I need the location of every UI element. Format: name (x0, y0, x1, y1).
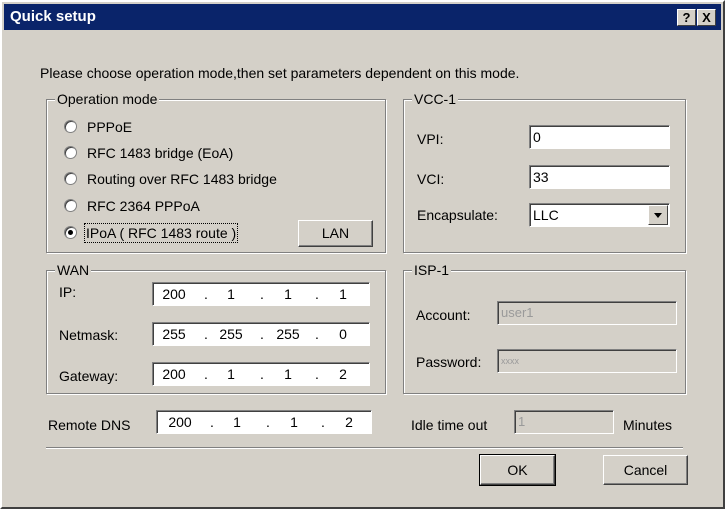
gateway-octet-4: 2 (339, 366, 347, 382)
quick-setup-dialog: Quick setup ? X Please choose operation … (0, 0, 725, 509)
radio-routing-over-bridge[interactable] (64, 172, 77, 185)
ip-dot: . (315, 286, 319, 302)
gateway-input[interactable]: 200 . 1 . 1 . 2 (152, 362, 370, 386)
vpi-input[interactable]: 0 (529, 125, 670, 149)
gateway-octet-1: 200 (162, 366, 186, 382)
encapsulate-label: Encapsulate: (417, 207, 498, 223)
vci-label: VCI: (417, 171, 445, 187)
password-input[interactable]: xxxx (497, 349, 677, 373)
radio-pppoe[interactable] (64, 120, 77, 133)
netmask-label: Netmask: (59, 327, 119, 343)
gateway-label: Gateway: (59, 368, 119, 384)
radio-rfc2364-pppoa[interactable] (64, 199, 77, 212)
dns-octet-2: 1 (233, 414, 241, 430)
separator (46, 447, 683, 449)
netmask-octet-1: 255 (162, 326, 186, 342)
ip-dot: . (210, 414, 214, 430)
operation-mode-legend: Operation mode (55, 91, 160, 107)
remote-dns-input[interactable]: 200 . 1 . 1 . 2 (156, 410, 372, 434)
account-label: Account: (416, 307, 471, 323)
ip-dot: . (204, 366, 208, 382)
ip-dot: . (260, 366, 264, 382)
account-input[interactable]: user1 (497, 301, 677, 325)
isp-group: ISP-1 Account: user1 Password: xxxx (403, 262, 686, 394)
ip-dot: . (315, 326, 319, 342)
ip-dot: . (260, 286, 264, 302)
idle-timeout-input[interactable]: 1 (514, 410, 614, 434)
ip-dot: . (204, 286, 208, 302)
wan-ip-octet-1: 200 (162, 286, 186, 302)
idle-timeout-label: Idle time out (411, 417, 488, 433)
window-title: Quick setup (10, 8, 96, 25)
netmask-octet-3: 255 (276, 326, 300, 342)
cancel-button[interactable]: Cancel (603, 455, 688, 485)
encapsulate-value: LLC (533, 207, 559, 223)
netmask-octet-2: 255 (219, 326, 243, 342)
radio-rfc1483-bridge[interactable] (64, 146, 77, 159)
vci-value: 33 (533, 169, 549, 185)
dns-octet-4: 2 (345, 414, 353, 430)
radio-ipoa-label[interactable]: IPoA ( RFC 1483 route ) (83, 223, 239, 243)
password-label: Password: (416, 354, 482, 370)
isp-legend: ISP-1 (412, 262, 452, 278)
wan-legend: WAN (55, 262, 92, 278)
remote-dns-label: Remote DNS (48, 417, 131, 433)
idle-timeout-value: 1 (518, 414, 526, 429)
idle-timeout-unit: Minutes (623, 417, 673, 433)
radio-routing-over-bridge-label[interactable]: Routing over RFC 1483 bridge (87, 170, 277, 188)
ip-dot: . (260, 326, 264, 342)
netmask-octet-4: 0 (339, 326, 347, 342)
encapsulate-select[interactable]: LLC (529, 203, 670, 227)
vpi-value: 0 (533, 129, 541, 145)
wan-ip-input[interactable]: 200 . 1 . 1 . 1 (152, 282, 370, 306)
vci-input[interactable]: 33 (529, 165, 670, 189)
wan-ip-label: IP: (59, 284, 77, 300)
vpi-label: VPI: (417, 131, 444, 147)
close-button[interactable]: X (697, 9, 716, 26)
chevron-down-icon[interactable] (648, 205, 668, 225)
wan-ip-octet-2: 1 (227, 286, 235, 302)
operation-mode-group: Operation mode PPPoE RFC 1483 bridge (Eo… (46, 91, 386, 253)
radio-rfc2364-pppoa-label[interactable]: RFC 2364 PPPoA (87, 197, 200, 215)
ip-dot: . (321, 414, 325, 430)
radio-ipoa[interactable] (64, 226, 77, 239)
lan-button[interactable]: LAN (298, 220, 373, 247)
radio-rfc1483-bridge-label[interactable]: RFC 1483 bridge (EoA) (87, 144, 233, 162)
netmask-input[interactable]: 255 . 255 . 255 . 0 (152, 322, 370, 346)
gateway-octet-2: 1 (227, 366, 235, 382)
dns-octet-1: 200 (168, 414, 192, 430)
vcc-legend: VCC-1 (412, 91, 459, 107)
instruction-text: Please choose operation mode,then set pa… (40, 65, 520, 81)
ip-dot: . (266, 414, 270, 430)
wan-group: WAN IP: 200 . 1 . 1 . 1 Netmask: 255 . 2… (46, 262, 386, 394)
ip-dot: . (315, 366, 319, 382)
help-button[interactable]: ? (677, 9, 696, 26)
vcc-group: VCC-1 VPI: 0 VCI: 33 Encapsulate: LLC (403, 91, 686, 253)
wan-ip-octet-3: 1 (284, 286, 292, 302)
password-value: xxxx (501, 356, 519, 366)
account-value: user1 (501, 305, 534, 320)
ok-button[interactable]: OK (479, 454, 556, 486)
gateway-octet-3: 1 (284, 366, 292, 382)
radio-pppoe-label[interactable]: PPPoE (87, 118, 132, 136)
ip-dot: . (204, 326, 208, 342)
dns-octet-3: 1 (290, 414, 298, 430)
wan-ip-octet-4: 1 (339, 286, 347, 302)
title-bar[interactable]: Quick setup ? X (4, 4, 721, 30)
